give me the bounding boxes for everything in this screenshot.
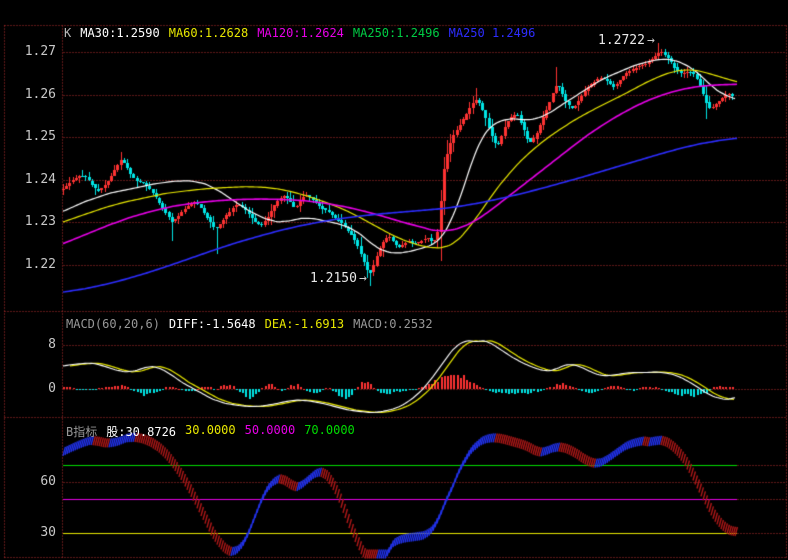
macd-legend-item-0: MACD(60,20,6)	[66, 317, 160, 331]
main-legend-item-3: MA120:1.2624	[257, 26, 344, 40]
price-tick-1.24: 1.24	[24, 171, 56, 187]
macd-legend-item-3: MACD:0.2532	[353, 317, 433, 331]
annotation-arrow-icon: →	[358, 271, 367, 286]
price-tick-1.27: 1.27	[24, 44, 56, 59]
main-legend-item-2: MA60:1.2628	[168, 26, 249, 40]
price-tick-1.22: 1.22	[24, 256, 56, 272]
main-legend-item-5: MA250 1.2496	[448, 26, 536, 40]
macd-legend: MACD(60,20,6) DIFF:-1.5648 DEA:-1.6913 MACD…	[66, 317, 433, 331]
main-legend: K MA30:1.2590 MA60:1.2628 MA120:1.2624 MA250…	[64, 26, 535, 40]
macd-tick-0: 0	[48, 381, 56, 396]
main-legend-item-1: MA30:1.2590	[80, 26, 160, 40]
macd-legend-item-1: DIFF:-1.5648	[168, 317, 256, 331]
b-legend-item-3: 50.0000	[244, 423, 296, 437]
macd-tick-8: 8	[48, 337, 56, 352]
b-legend-item-1: 股:30.8726	[106, 425, 177, 439]
main-legend-item-0: K	[64, 26, 72, 40]
b-legend-item-2: 30.0000	[185, 423, 236, 437]
chart-canvas	[0, 0, 788, 560]
macd-legend-item-2: DEA:-1.6913	[264, 317, 345, 331]
main-legend-item-4: MA250:1.2496	[352, 26, 440, 40]
b-legend-item-0: B指标	[66, 425, 98, 439]
b-indicator-legend: B指标 股:30.8726 30.0000 50.0000 70.0000	[66, 423, 355, 440]
annotation-arrow-icon: →	[646, 33, 655, 48]
price-tick-1.26: 1.26	[24, 86, 56, 102]
price-annotation-1.2722: 1.2722 →	[598, 33, 655, 48]
price-tick-1.23: 1.23	[24, 214, 56, 229]
b-tick-30: 30	[40, 525, 56, 540]
price-annotation-1.2150: 1.2150 →	[310, 271, 367, 286]
b-legend-item-4: 70.0000	[304, 423, 355, 437]
chart-window: 欧元美元(EURUSD)<60分> ⇦ ⇨ KMA30:1.2590MA60:1…	[0, 0, 788, 560]
b-tick-60: 60	[40, 474, 56, 489]
price-tick-1.25: 1.25	[24, 129, 56, 144]
